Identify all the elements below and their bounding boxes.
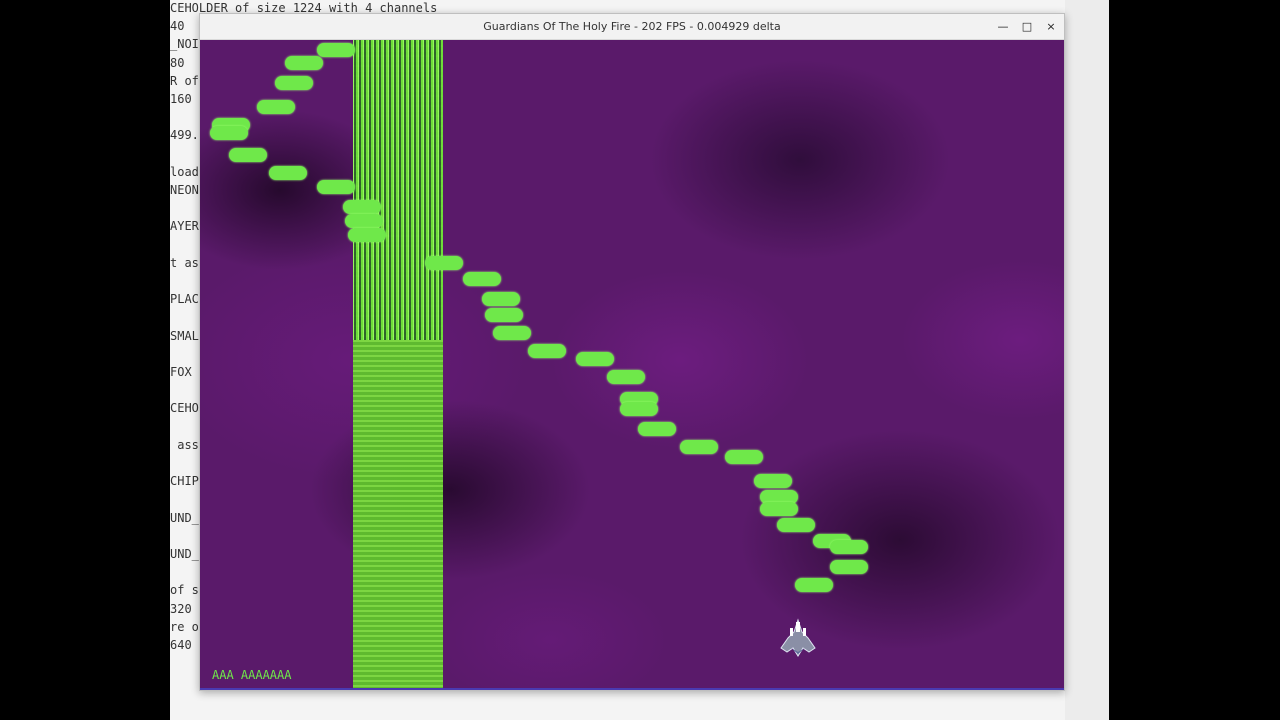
enemy-bullet (620, 402, 658, 416)
enemy-bullet (425, 256, 463, 270)
terminal-line: ass (170, 437, 199, 452)
terminal-line: 499. (170, 128, 199, 143)
hud-text: AAA AAAAAAA (212, 668, 292, 682)
terminal-line: t as (170, 255, 199, 270)
window-title: Guardians Of The Holy Fire - 202 FPS - 0… (483, 20, 781, 33)
window-titlebar[interactable]: Guardians Of The Holy Fire - 202 FPS - 0… (200, 14, 1064, 40)
enemy-bullet (257, 100, 295, 114)
enemy-bullet (493, 326, 531, 340)
enemy-bullet (275, 76, 313, 90)
player-ship-icon (780, 618, 816, 657)
game-canvas[interactable]: AAA AAAAAAA (200, 40, 1064, 690)
enemy-bullet (317, 43, 355, 57)
enemy-bullet (638, 422, 676, 436)
enemy-bullet (348, 228, 386, 242)
terminal-line: PLAC (170, 292, 199, 307)
enemy-bullet (210, 126, 248, 140)
enemy-bullet (830, 560, 868, 574)
terminal-line: CHIP (170, 474, 199, 489)
laser-beam-glitch (353, 40, 443, 340)
enemy-bullet (760, 502, 798, 516)
enemy-bullet (285, 56, 323, 70)
enemy-bullet (830, 540, 868, 554)
enemy-bullet (607, 370, 645, 384)
enemy-bullet (317, 180, 355, 194)
enemy-bullet (345, 214, 383, 228)
enemy-bullet (269, 166, 307, 180)
enemy-bullet (795, 578, 833, 592)
enemy-bullet (482, 292, 520, 306)
enemy-bullet (485, 308, 523, 322)
terminal-line: UND_ (170, 510, 199, 525)
terminal-line: UND_ (170, 547, 199, 561)
enemy-bullet (576, 352, 614, 366)
terminal-line: R of (170, 73, 199, 88)
terminal-line: NEON (170, 183, 199, 197)
terminal-line: 160 (170, 92, 192, 106)
terminal-line: 320 (170, 601, 192, 616)
enemy-bullet (754, 474, 792, 488)
terminal-line: CEHO (170, 401, 199, 416)
enemy-bullet (528, 344, 566, 358)
enemy-bullet (343, 200, 381, 214)
terminal-line: of s (170, 583, 199, 598)
terminal-line: load (170, 164, 199, 179)
terminal-line: SMAL (170, 328, 199, 343)
enemy-bullet (229, 148, 267, 162)
enemy-bullet (777, 518, 815, 532)
terminal-line: 640 (170, 638, 192, 652)
maximize-button[interactable]: □ (1018, 18, 1036, 36)
terminal-line: FOX (170, 365, 192, 379)
terminal-edge (1065, 0, 1109, 720)
close-button[interactable]: × (1042, 18, 1060, 36)
game-window[interactable]: Guardians Of The Holy Fire - 202 FPS - 0… (199, 13, 1065, 691)
enemy-bullet (725, 450, 763, 464)
terminal-line: re o (170, 619, 199, 634)
terminal-line: 80 (170, 55, 185, 70)
terminal-line: AYER (170, 219, 199, 234)
terminal-line: _NOI (170, 37, 199, 52)
minimize-button[interactable]: — (994, 18, 1012, 36)
terminal-line: 40 (170, 19, 185, 34)
enemy-bullet (680, 440, 718, 454)
enemy-bullet (463, 272, 501, 286)
